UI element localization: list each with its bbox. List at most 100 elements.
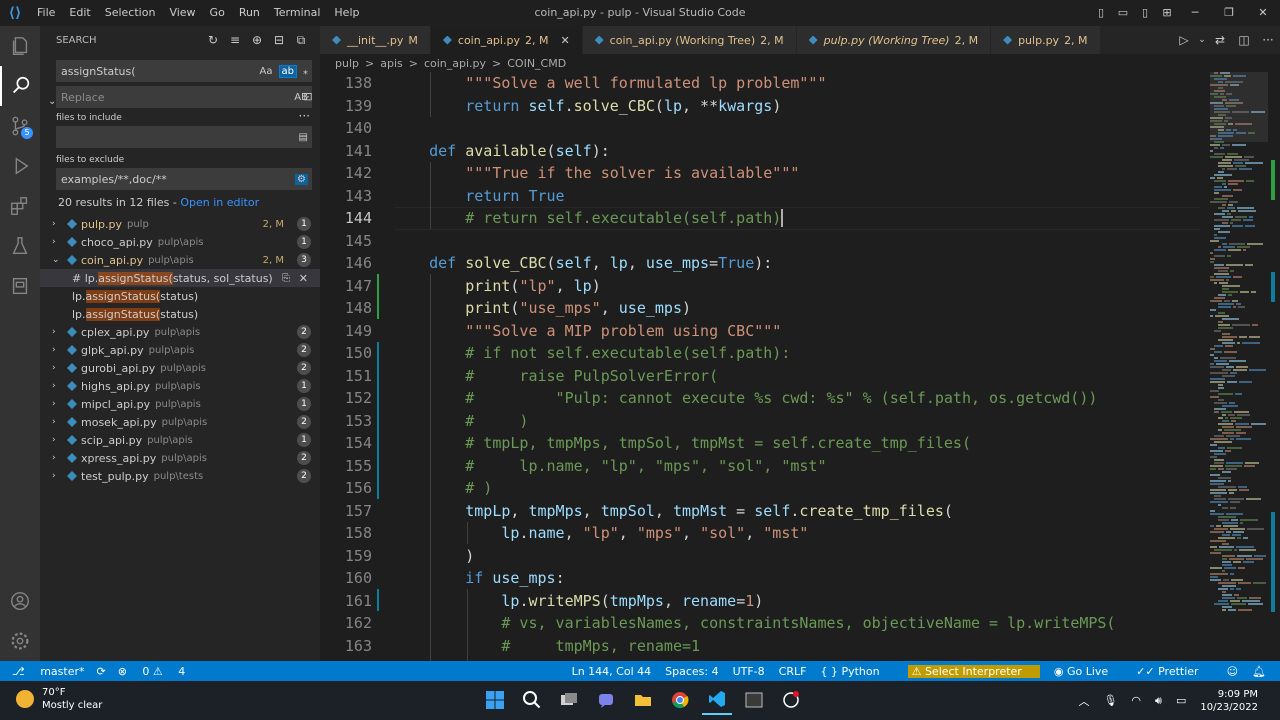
- search-result-file[interactable]: › cplex_api.py pulp\apis 2: [40, 323, 320, 341]
- chevron-right-icon[interactable]: ›: [52, 327, 64, 337]
- vscode-taskbar-icon[interactable]: [702, 685, 732, 715]
- accounts-icon[interactable]: [0, 581, 40, 621]
- open-editors-only-icon[interactable]: ▤: [299, 132, 308, 143]
- more-options-icon[interactable]: ···: [299, 109, 310, 123]
- problems-indicator[interactable]: ⊗ 0 ⚠ 4: [118, 665, 186, 678]
- microphone-icon[interactable]: 🎙︎: [1103, 694, 1117, 707]
- run-dropdown-chevron-icon[interactable]: ⌄: [1196, 35, 1208, 45]
- layout-icon[interactable]: ⊞: [1156, 0, 1178, 26]
- menu-view[interactable]: View: [162, 0, 202, 26]
- breadcrumb-item[interactable]: coin_api.py: [424, 57, 486, 70]
- search-result-file[interactable]: › pulp.py pulp 2, M 1: [40, 215, 320, 233]
- branch-indicator[interactable]: ⎇ master*: [12, 665, 84, 678]
- chevron-right-icon[interactable]: ›: [52, 237, 64, 247]
- run-python-file-icon[interactable]: ▷: [1172, 33, 1196, 47]
- chevron-right-icon[interactable]: ›: [52, 219, 64, 229]
- breadcrumb-item[interactable]: pulp: [335, 57, 359, 70]
- chevron-right-icon[interactable]: ›: [52, 471, 64, 481]
- toggle-panel-icon[interactable]: ▭: [1112, 0, 1134, 26]
- chevron-right-icon[interactable]: ›: [52, 381, 64, 391]
- chevron-right-icon[interactable]: ›: [52, 345, 64, 355]
- new-search-editor-icon[interactable]: ⊕: [246, 26, 268, 54]
- chrome-icon[interactable]: [665, 685, 695, 715]
- chevron-right-icon[interactable]: ›: [52, 399, 64, 409]
- encoding[interactable]: UTF-8: [733, 665, 765, 678]
- wifi-icon[interactable]: ◠: [1131, 694, 1141, 707]
- notifications-bell-icon[interactable]: 🔔︎: [1252, 665, 1266, 678]
- toggle-secondary-sidebar-icon[interactable]: ▯: [1134, 0, 1156, 26]
- search-result-file[interactable]: ⌄ coin_api.py pulp\apis 2, M 3: [40, 251, 320, 269]
- search-result-file[interactable]: › gurobi_api.py pulp\apis 2: [40, 359, 320, 377]
- manage-gear-icon[interactable]: [0, 621, 40, 661]
- minimap[interactable]: [1210, 72, 1268, 661]
- battery-icon[interactable]: ▭: [1176, 694, 1186, 707]
- tab-4[interactable]: pulp.py (Working Tree) 2, M: [796, 26, 992, 54]
- search-result-file[interactable]: › xpress_api.py pulp\apis 2: [40, 449, 320, 467]
- show-hidden-icons-chevron-icon[interactable]: ︿: [1078, 693, 1089, 709]
- tab-3[interactable]: coin_api.py (Working Tree) 2, M: [582, 26, 797, 54]
- testing-icon[interactable]: [0, 226, 40, 266]
- breadcrumb-item[interactable]: apis: [380, 57, 403, 70]
- search-result-match[interactable]: lp.assignStatus(status): [40, 305, 320, 323]
- remote-explorer-icon[interactable]: [0, 266, 40, 306]
- tab-5[interactable]: pulp.py 2, M: [991, 26, 1101, 54]
- match-whole-word-toggle[interactable]: ab: [278, 64, 297, 78]
- chevron-right-icon[interactable]: ›: [52, 453, 64, 463]
- go-live-button[interactable]: ◉ Go Live: [1054, 665, 1122, 678]
- search-result-file[interactable]: › mosek_api.py pulp\apis 2: [40, 413, 320, 431]
- volume-icon[interactable]: 🔊︎: [1155, 694, 1162, 708]
- menu-go[interactable]: Go: [203, 0, 232, 26]
- menu-terminal[interactable]: Terminal: [267, 0, 328, 26]
- clear-results-icon[interactable]: ≡: [224, 26, 246, 54]
- feedback-icon[interactable]: ☺: [1227, 665, 1238, 678]
- toggle-sidebar-icon[interactable]: ▯: [1090, 0, 1112, 26]
- search-input[interactable]: assignStatus( Aa ab ⁎: [56, 60, 312, 82]
- view-as-tree-icon[interactable]: ⧉: [290, 26, 312, 54]
- search-result-file[interactable]: › test_pulp.py pulp\tests 2: [40, 467, 320, 485]
- cursor-position[interactable]: Ln 144, Col 44: [572, 665, 652, 678]
- windows-start-icon[interactable]: [480, 685, 510, 715]
- search-result-file[interactable]: › choco_api.py pulp\apis 1: [40, 233, 320, 251]
- close-tab-icon[interactable]: ✕: [560, 34, 569, 47]
- end-of-line[interactable]: CRLF: [779, 665, 807, 678]
- search-result-match[interactable]: lp.assignStatus(status): [40, 287, 320, 305]
- replace-icon[interactable]: ⎘: [282, 273, 290, 284]
- tab-2[interactable]: coin_api.py 2, M ✕: [430, 26, 583, 54]
- search-result-match[interactable]: # lp.assignStatus(status, sol_status) ⎘ ✕: [40, 269, 320, 287]
- recorder-taskbar-icon[interactable]: [776, 685, 806, 715]
- open-in-editor-link[interactable]: Open in editor: [180, 196, 259, 209]
- chevron-right-icon[interactable]: ›: [52, 435, 64, 445]
- files-to-exclude-input[interactable]: examples/**,doc/** ⚙: [56, 168, 312, 190]
- search-icon[interactable]: [0, 66, 40, 106]
- dismiss-icon[interactable]: ✕: [299, 272, 308, 285]
- select-interpreter[interactable]: ⚠ Select Interpreter: [907, 664, 1040, 678]
- restore-button[interactable]: ❐: [1212, 0, 1246, 26]
- breadcrumb-item[interactable]: COIN_CMD: [507, 57, 566, 70]
- sync-icon[interactable]: ⟳: [96, 665, 105, 678]
- menu-edit[interactable]: Edit: [62, 0, 97, 26]
- split-editor-icon[interactable]: ◫: [1232, 33, 1256, 47]
- refresh-icon[interactable]: ↻: [202, 26, 224, 54]
- close-window-button[interactable]: ✕: [1246, 0, 1280, 26]
- source-control-icon[interactable]: 5: [0, 106, 40, 146]
- menu-selection[interactable]: Selection: [98, 0, 163, 26]
- terminal-taskbar-icon[interactable]: [739, 685, 769, 715]
- editor-scrollbar[interactable]: [1268, 72, 1280, 661]
- menu-help[interactable]: Help: [327, 0, 366, 26]
- extensions-icon[interactable]: [0, 186, 40, 226]
- menu-run[interactable]: Run: [232, 0, 267, 26]
- chevron-right-icon[interactable]: ›: [52, 363, 64, 373]
- search-result-file[interactable]: › highs_api.py pulp\apis 1: [40, 377, 320, 395]
- indentation[interactable]: Spaces: 4: [665, 665, 718, 678]
- files-to-include-input[interactable]: ▤: [56, 126, 312, 148]
- use-regex-toggle[interactable]: ⁎: [303, 66, 308, 77]
- match-case-toggle[interactable]: Aa: [260, 66, 273, 77]
- search-result-file[interactable]: › scip_api.py pulp\apis 1: [40, 431, 320, 449]
- file-explorer-icon[interactable]: [628, 685, 658, 715]
- open-changes-icon[interactable]: ⇄: [1208, 33, 1232, 47]
- chevron-right-icon[interactable]: ›: [52, 417, 64, 427]
- clock[interactable]: 9:09 PM 10/23/2022: [1200, 688, 1258, 714]
- menu-file[interactable]: File: [30, 0, 62, 26]
- search-result-file[interactable]: › glpk_api.py pulp\apis 2: [40, 341, 320, 359]
- replace-input[interactable]: Replace AB: [56, 86, 312, 108]
